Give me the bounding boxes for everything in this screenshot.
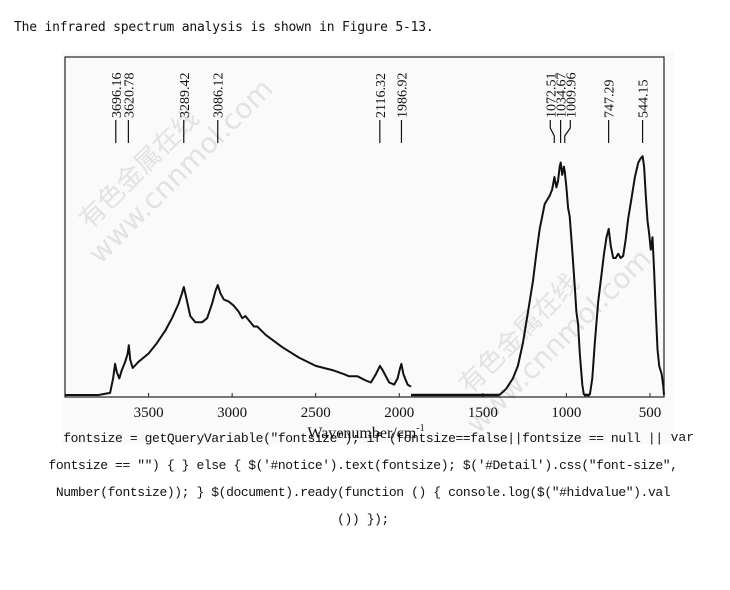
x-tick-label-500: 500 xyxy=(639,405,662,421)
code-line-2: fontsize == "") { } else { $('#notice').… xyxy=(48,458,678,473)
peak-leader-1072.51 xyxy=(549,120,555,143)
x-tick-label-3500: 3500 xyxy=(134,405,164,421)
peak-marker-747.29: 747.29 xyxy=(603,80,618,143)
peak-label-1009.96: 1009.96 xyxy=(564,73,579,119)
peak-marker-1009.96: 1009.96 xyxy=(564,73,579,143)
x-tick-label-1500: 1500 xyxy=(468,405,498,421)
x-tick-label-2000: 2000 xyxy=(384,405,414,421)
code-line-3: Number(fontsize)); } $(document).ready(f… xyxy=(55,485,671,500)
code-line-4: ()) }); xyxy=(337,512,389,527)
peak-marker-1986.92: 1986.92 xyxy=(395,73,410,143)
peak-leader-1009.96 xyxy=(564,120,571,143)
peak-label-3086.12: 3086.12 xyxy=(212,73,227,119)
peak-label-2116.32: 2116.32 xyxy=(374,73,389,118)
code-text-block: fontsize = getQueryVariable("fontsize");… xyxy=(18,425,708,533)
peak-label-3620.78: 3620.78 xyxy=(122,73,137,119)
spectrum-segment-1 xyxy=(65,284,412,396)
x-tick-label-3000: 3000 xyxy=(217,405,247,421)
peak-label-3289.42: 3289.42 xyxy=(178,73,193,119)
peak-label-1986.92: 1986.92 xyxy=(395,73,410,119)
x-tick-label-1000: 1000 xyxy=(551,405,581,421)
peak-marker-2116.32: 2116.32 xyxy=(374,73,389,143)
code-line-1: fontsize = getQueryVariable("fontsize");… xyxy=(63,431,663,446)
peak-marker-3620.78: 3620.78 xyxy=(122,73,137,143)
x-axis-tick-labels: 3500 3000 2500 2000 1500 1000 500 xyxy=(134,405,662,421)
peak-label-747.29: 747.29 xyxy=(603,80,618,119)
peak-label-544.15: 544.15 xyxy=(637,80,652,119)
x-tick-label-2500: 2500 xyxy=(301,405,331,421)
peak-marker-544.15: 544.15 xyxy=(637,80,652,143)
